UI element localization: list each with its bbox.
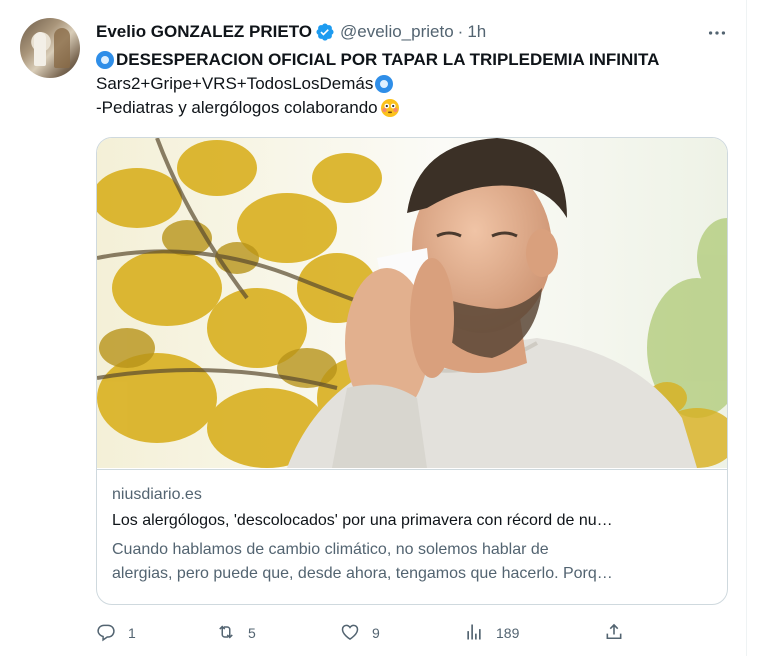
tweet-actions: 1 5 9 189 (96, 620, 736, 646)
card-description-line: alergias, pero puede que, desde ahora, t… (112, 565, 613, 582)
reply-button[interactable]: 1 (96, 620, 136, 646)
more-dots-icon[interactable] (706, 22, 728, 42)
avatar-figure (34, 32, 46, 66)
share-icon (604, 622, 624, 645)
retweet-count: 5 (248, 625, 256, 641)
tweet-text: DESESPERACION OFICIAL POR TAPAR LA TRIPL… (96, 48, 736, 120)
like-count: 9 (372, 625, 380, 641)
tweet-line-2: Sars2+Gripe+VRS+TodosLosDemás (96, 72, 736, 96)
like-button[interactable]: 9 (340, 620, 380, 646)
tweet-line-3: -Pediatras y alergólogos colaborando (96, 96, 736, 120)
reply-count: 1 (128, 625, 136, 641)
tweet-line-3-text: -Pediatras y alergólogos colaborando (96, 98, 378, 117)
link-card[interactable]: niusdiario.es Los alergólogos, 'descoloc… (96, 137, 728, 605)
tweet-line-2-text: Sars2+Gripe+VRS+TodosLosDemás (96, 74, 374, 93)
reply-icon (96, 622, 116, 645)
retweet-icon (216, 622, 236, 645)
author-name[interactable]: Evelio GONZALEZ PRIETO (96, 22, 312, 42)
radio-button-emoji (96, 51, 114, 69)
card-description: Cuando hablamos de cambio climático, no … (112, 538, 712, 586)
avatar[interactable] (20, 18, 80, 78)
card-meta[interactable]: niusdiario.es Los alergólogos, 'descoloc… (97, 469, 727, 604)
flushed-face-emoji (380, 98, 400, 118)
views-button[interactable]: 189 (464, 620, 519, 646)
tweet[interactable]: Evelio GONZALEZ PRIETO @evelio_prieto · … (0, 0, 747, 656)
views-count: 189 (496, 625, 520, 641)
tweet-line-1: DESESPERACION OFICIAL POR TAPAR LA TRIPL… (96, 48, 736, 72)
card-title: Los alergólogos, 'descolocados' por una … (112, 512, 613, 529)
separator-dot: · (457, 22, 464, 41)
avatar-figure (54, 28, 70, 68)
tweet-timestamp[interactable]: 1h (467, 22, 486, 42)
author-handle[interactable]: @evelio_prieto (340, 22, 454, 42)
retweet-button[interactable]: 5 (216, 620, 256, 646)
share-button[interactable] (604, 620, 624, 646)
card-image[interactable] (97, 138, 727, 468)
card-description-line: Cuando hablamos de cambio climático, no … (112, 541, 549, 558)
tweet-line-1-text: DESESPERACION OFICIAL POR TAPAR LA TRIPL… (116, 50, 660, 69)
tweet-header: Evelio GONZALEZ PRIETO @evelio_prieto · … (96, 20, 486, 44)
heart-icon (340, 622, 360, 645)
radio-button-emoji (375, 75, 394, 93)
card-domain: niusdiario.es (112, 486, 202, 503)
views-chart-icon (464, 622, 484, 645)
verified-badge-icon (315, 22, 335, 42)
